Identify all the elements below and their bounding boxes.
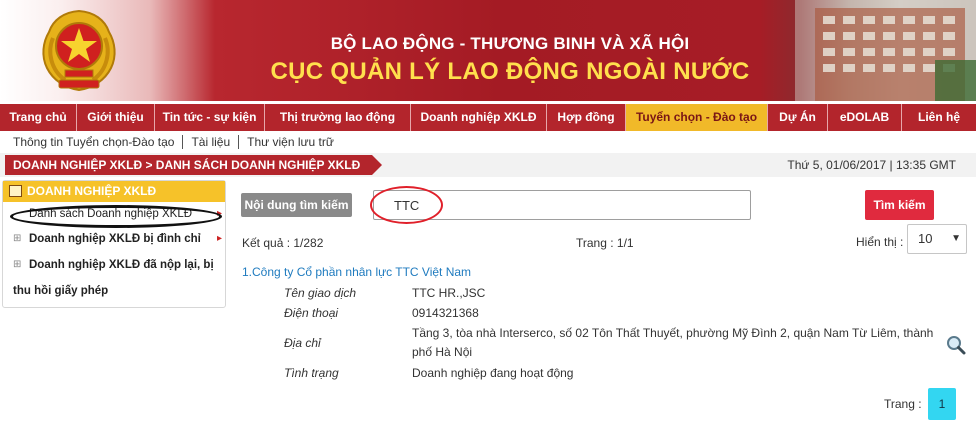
sub-nav: Thông tin Tuyển chọn-Đào tạo Tài liệu Th… [0,131,976,152]
nav-item-recruitment-training[interactable]: Tuyển chọn - Đào tạo [626,104,768,131]
status-label: Tình trạng [284,366,339,380]
search-highlight-ellipse [370,186,443,224]
address-value-line1: Tầng 3, tòa nhà Interserco, số 02 Tôn Th… [412,326,934,340]
phone-value: 0914321368 [412,306,479,320]
nav-item-contracts[interactable]: Hợp đồng [547,104,626,131]
national-emblem-icon[interactable] [39,8,119,94]
company-link[interactable]: 1.Công ty Cổ phần nhân lực TTC Việt Nam [242,265,471,279]
magnifier-icon[interactable] [946,335,966,355]
status-value: Doanh nghiệp đang hoạt động [412,366,574,380]
nav-item-enterprises[interactable]: Doanh nghiệp XKLĐ [411,104,547,131]
page-info: Trang : 1/1 [576,236,634,250]
page-size-select[interactable]: 10 ▼ [907,224,967,254]
sidebar-item-label: Doanh nghiệp XKLĐ đã nộp lại, bị [29,259,214,271]
sidebar-item-label: thu hồi giấy phép [13,285,109,297]
subnav-archive[interactable]: Thư viện lưu trữ [247,135,334,149]
pager-label: Trang : [884,397,922,411]
nav-item-news[interactable]: Tin tức - sự kiện [155,104,265,131]
trade-name-value: TTC HR.,JSC [412,286,486,300]
nav-item-about[interactable]: Giới thiệu [77,104,155,131]
subnav-documents[interactable]: Tài liệu [191,135,230,149]
chevron-right-icon: ▸ [216,233,222,244]
current-datetime: Thứ 5, 01/06/2017 | 13:35 GMT [787,158,956,172]
ministry-title: BỘ LAO ĐỘNG - THƯƠNG BINH VÀ XÃ HỘI [330,34,690,53]
phone-label: Điện thoại [284,306,339,320]
subnav-separator [182,134,184,149]
page-size-value: 10 [918,231,933,246]
search-label: Nội dung tìm kiếm [241,193,352,217]
sidebar-title: DOANH NGHIỆP XKLĐ [27,184,157,198]
address-value-line2: phố Hà Nội [412,345,473,359]
trade-name-label: Tên giao dịch [284,286,357,300]
sidebar-header: DOANH NGHIỆP XKLĐ [3,181,225,202]
subnav-recruitment-info[interactable]: Thông tin Tuyển chọn-Đào tạo [13,135,174,149]
sidebar: DOANH NGHIỆP XKLĐ Danh sách Doanh nghiệp… [2,180,226,308]
search-button[interactable]: Tìm kiếm [865,190,934,220]
expand-icon: ⊞ [13,233,22,244]
sidebar-item-label: Doanh nghiệp XKLĐ bị đình chỉ [29,233,201,245]
expand-icon: ⊞ [13,259,22,270]
breadcrumb-bar: DOANH NGHIỆP XKLĐ > DANH SÁCH DOANH NGHI… [0,153,976,177]
highlight-ellipse [10,205,222,228]
result-count: Kết quả : 1/282 [242,236,324,250]
nav-item-home[interactable]: Trang chủ [0,104,77,131]
show-label: Hiển thị : [856,235,904,249]
nav-item-edolab[interactable]: eDOLAB [828,104,902,131]
site-header: BỘ LAO ĐỘNG - THƯƠNG BINH VÀ XÃ HỘI CỤC … [0,0,976,101]
pager-page-button[interactable]: 1 [928,388,956,420]
menu-icon [9,185,22,197]
chevron-down-icon: ▼ [951,233,961,244]
department-title: CỤC QUẢN LÝ LAO ĐỘNG NGOÀI NƯỚC [270,58,750,85]
nav-item-contact[interactable]: Liên hệ [902,104,976,131]
company-name: Công ty Cổ phần nhân lực TTC Việt Nam [252,265,472,279]
breadcrumb[interactable]: DOANH NGHIỆP XKLĐ > DANH SÁCH DOANH NGHI… [5,155,383,175]
subnav-separator [238,134,240,149]
address-label: Địa chỉ [284,336,321,350]
sidebar-item-revoked[interactable]: ⊞ Doanh nghiệp XKLĐ đã nộp lại, bị thu h… [3,252,225,304]
main-nav: Trang chủ Giới thiệu Tin tức - sự kiện T… [0,104,976,131]
building-photo-icon [795,0,976,101]
nav-item-labor-market[interactable]: Thị trường lao động [265,104,411,131]
nav-item-projects[interactable]: Dự Án [768,104,828,131]
sidebar-item-suspended[interactable]: ⊞ Doanh nghiệp XKLĐ bị đình chỉ ▸ [3,226,225,252]
company-index: 1. [242,265,253,279]
